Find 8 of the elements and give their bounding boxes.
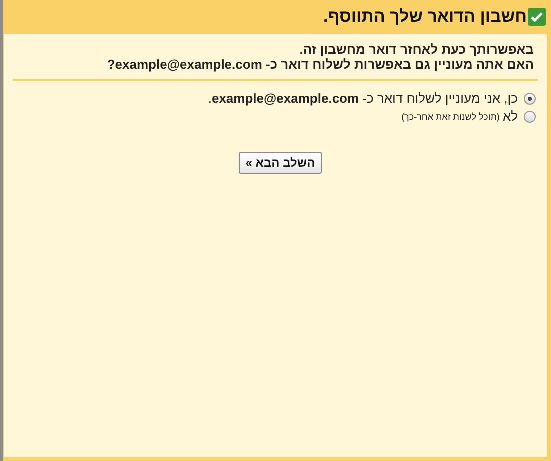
intro-text: באפשרותך כעת לאחזר דואר מחשבון זה. (298, 42, 535, 57)
radio-button[interactable] (524, 110, 536, 122)
next-step-button[interactable]: השלב הבא » (238, 152, 322, 174)
option-note: (תוכל לשנות זאת אחר-כך) (402, 112, 500, 122)
intro-text: האם אתה מעוניין גם באפשרות לשלוח דואר כ- example@example.com? (106, 57, 535, 72)
radio-button[interactable] (524, 92, 536, 104)
option-label: לא (502, 109, 518, 124)
page-title: חשבון הדואר שלך התווסף. (323, 7, 527, 27)
